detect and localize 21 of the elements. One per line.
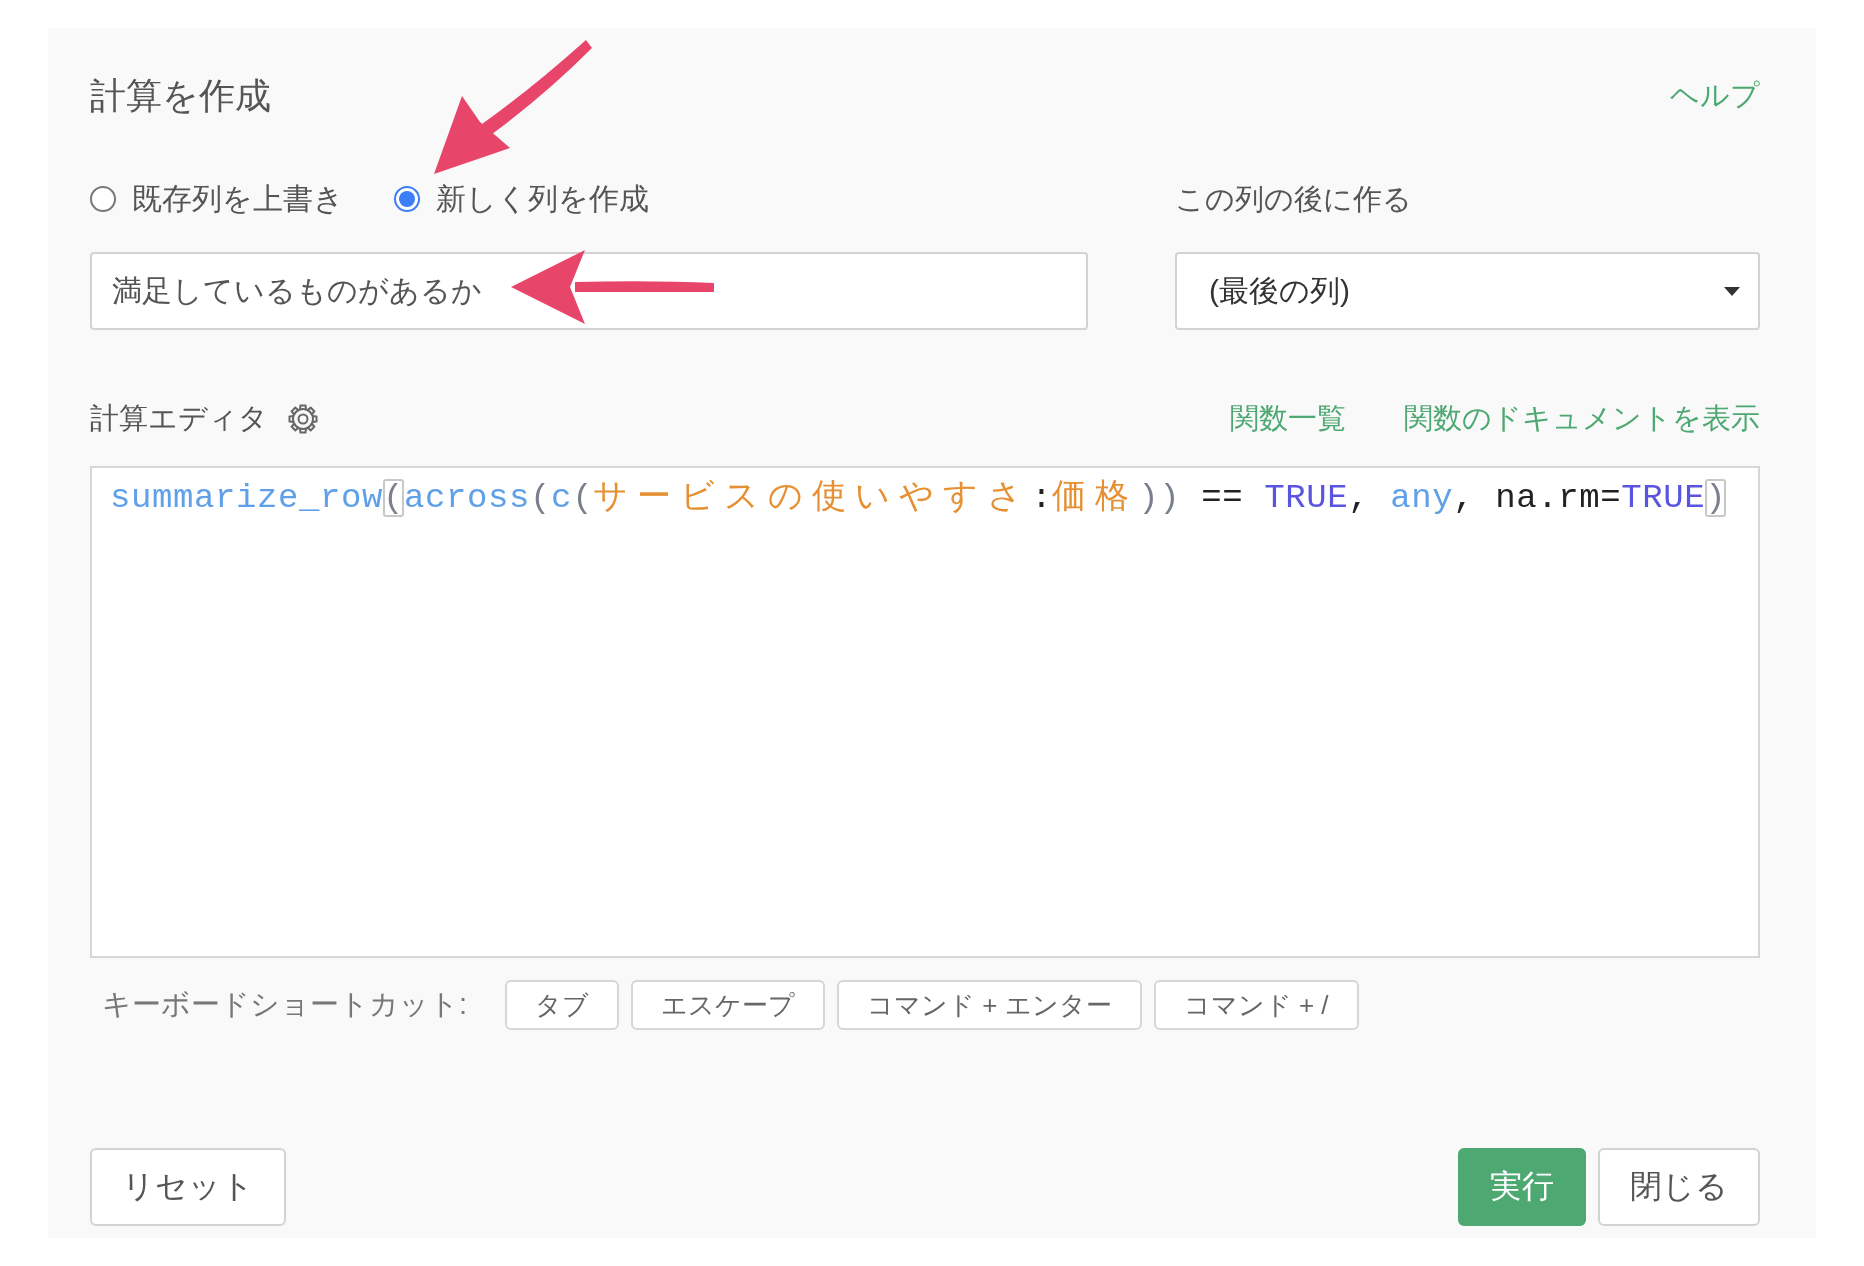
column-position-dropdown[interactable]: (最後の列) (1175, 252, 1760, 330)
dialog-title: 計算を作成 (90, 73, 271, 118)
run-button[interactable]: 実行 (1458, 1148, 1586, 1226)
shortcut-key[interactable]: タブ (505, 980, 620, 1030)
radio-label[interactable]: 新しく列を作成 (436, 178, 649, 220)
field-label: この列の後に作る (1175, 182, 1413, 217)
caret-icon (1724, 286, 1740, 296)
shortcut-key[interactable]: コマンド + / (1153, 980, 1359, 1030)
settings-icon[interactable] (288, 404, 318, 434)
shortcut-key[interactable]: エスケープ (631, 980, 826, 1030)
radio-button[interactable] (90, 186, 116, 212)
editor-label: 計算エディタ (90, 401, 268, 436)
column-name-field[interactable]: 満足しているものがあるか (90, 252, 1088, 330)
shortcut-key[interactable]: コマンド + エンター (837, 980, 1142, 1030)
dialog-button[interactable]: 閉じる (1598, 1148, 1760, 1226)
dialog-button[interactable]: リセット (90, 1148, 286, 1226)
radio-label[interactable]: 既存列を上書き (132, 178, 344, 220)
radio-button[interactable] (394, 186, 420, 212)
code-editor[interactable]: summarize_row(across(c(サービスの使いやすさ:価格)) == TRUE, any, na.rm=TRUE) (90, 466, 1760, 958)
code-line: summarize_row(across(c(サービスの使いやすさ:価格)) == TRUE, any, na.rm=TRUE) (110, 478, 1727, 519)
shortcuts-label: キーボードショートカット: (102, 987, 468, 1022)
